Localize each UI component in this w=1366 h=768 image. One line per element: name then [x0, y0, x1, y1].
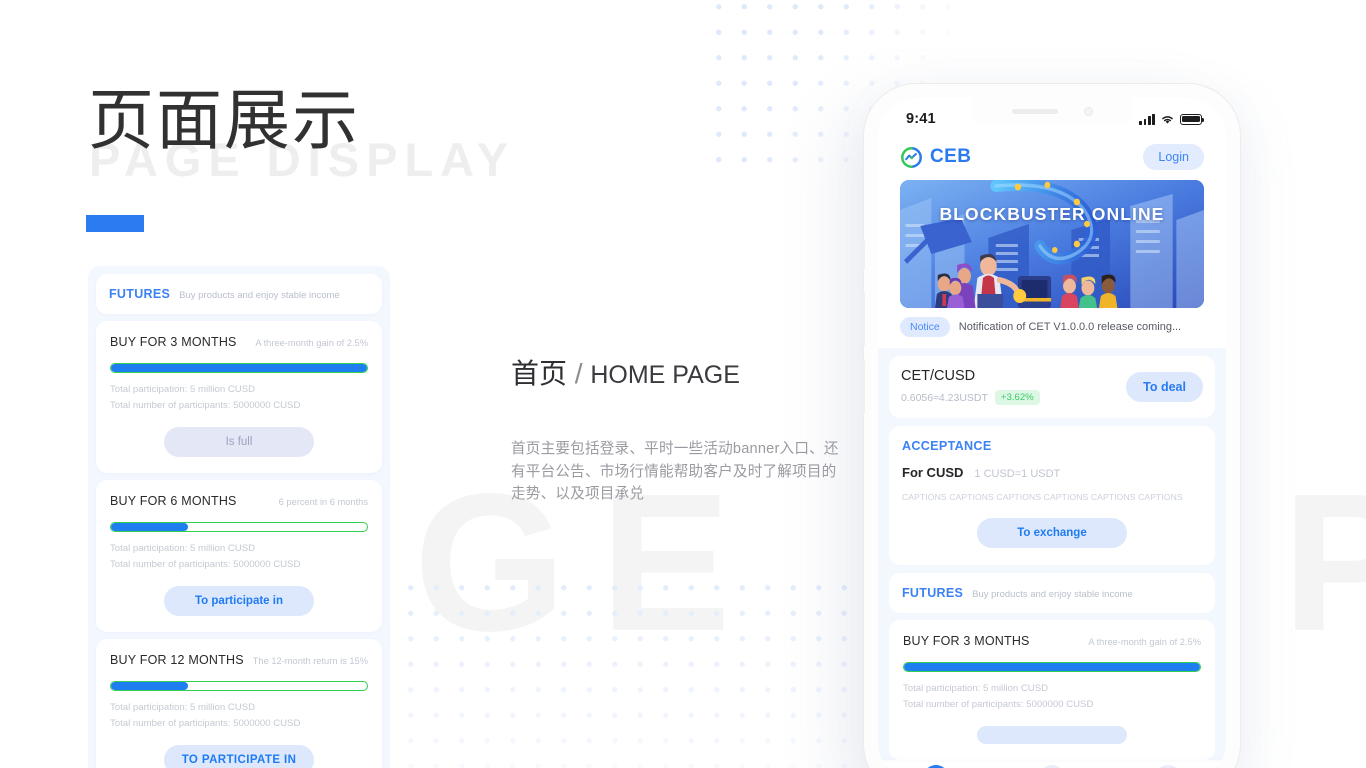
to-exchange-button[interactable]: To exchange	[977, 518, 1127, 548]
notice-tag: Notice	[900, 317, 950, 337]
phone-volume-up-button	[862, 292, 865, 346]
futures-subtitle: Buy products and enjoy stable income	[179, 290, 340, 301]
wifi-icon	[1162, 115, 1173, 124]
product-title: BUY FOR 3 MONTHS	[110, 335, 237, 349]
ticker-change-badge: +3.62%	[994, 390, 1040, 405]
phone-mute-switch	[862, 240, 865, 270]
product-action-button[interactable]: TO PARTICIPATE IN	[164, 745, 314, 768]
progress-bar	[110, 522, 368, 532]
acceptance-rate: 1 CUSD=1 USDT	[974, 468, 1061, 480]
section-heading: 首页 / HOME PAGE	[511, 352, 841, 392]
product-card-6m[interactable]: BUY FOR 6 MONTHS 6 percent in 6 months T…	[96, 480, 382, 632]
product-participation: Total participation: 5 million CUSD	[110, 384, 256, 395]
login-button[interactable]: Login	[1143, 144, 1204, 170]
notice-text: Notification of CET V1.0.0.0 release com…	[958, 321, 1182, 333]
signal-icon	[1139, 113, 1155, 125]
product-participants: Total number of participants: 5000000 CU…	[110, 559, 301, 570]
dot-pattern-bottom	[398, 575, 858, 768]
brand-name: CEB	[930, 146, 972, 167]
progress-fill	[111, 523, 188, 531]
phone-volume-down-button	[862, 360, 865, 414]
futures-label: FUTURES	[109, 287, 171, 301]
status-icons	[1139, 113, 1205, 125]
progress-bar	[110, 363, 368, 373]
futures-section-header: FUTURES Buy products and enjoy stable in…	[96, 274, 382, 314]
progress-bar	[110, 681, 368, 691]
banner-title: BLOCKBUSTER ONLINE	[939, 204, 1165, 224]
phone-screen: 9:41 CEB Login BLOCKBUSTER ONLINE Notice…	[878, 98, 1226, 768]
brand-logo: CEB	[900, 146, 971, 169]
ticker-sub: 0.6056≈4.23USDT +3.62%	[901, 390, 1040, 405]
status-time: 9:41	[906, 111, 936, 127]
section-heading-en: HOME PAGE	[590, 361, 740, 389]
earpiece-speaker	[1011, 109, 1058, 114]
product-rate: 6 percent in 6 months	[278, 497, 368, 507]
acceptance-captions: CAPTIONS CAPTIONS CAPTIONS CAPTIONS CAPT…	[902, 492, 1183, 502]
product-title: BUY FOR 3 MONTHS	[903, 634, 1030, 648]
section-heading-slash: /	[574, 358, 583, 389]
ticker-price: 0.6056≈4.23USDT	[901, 391, 988, 404]
to-deal-button[interactable]: To deal	[1126, 371, 1203, 402]
progress-fill	[111, 682, 188, 690]
product-header: BUY FOR 3 MONTHS A three-month gain of 2…	[110, 335, 368, 349]
acceptance-row: For CUSD 1 CUSD=1 USDT	[902, 465, 1202, 480]
product-header: BUY FOR 3 MONTHS A three-month gain of 2…	[903, 634, 1201, 648]
progress-fill	[904, 663, 1200, 671]
product-action-button[interactable]	[977, 726, 1127, 744]
battery-icon	[1180, 113, 1205, 125]
section-heading-cn: 首页	[511, 358, 568, 389]
front-camera-icon	[1083, 107, 1093, 116]
product-header: BUY FOR 12 MONTHS The 12-month return is…	[110, 653, 368, 667]
ticker-card[interactable]: CET/CUSD 0.6056≈4.23USDT +3.62% To deal	[889, 356, 1215, 418]
banner-illustration	[900, 180, 1204, 308]
acceptance-label: ACCEPTANCE	[902, 439, 992, 453]
promo-banner[interactable]: BLOCKBUSTER ONLINE	[900, 180, 1204, 308]
product-header: BUY FOR 6 MONTHS 6 percent in 6 months	[110, 494, 368, 508]
product-action-button[interactable]: To participate in	[164, 586, 314, 616]
product-rate: The 12-month return is 15%	[252, 656, 368, 666]
page-title-cn: 页面展示	[88, 83, 360, 157]
phone-content-panel: CET/CUSD 0.6056≈4.23USDT +3.62% To deal …	[878, 348, 1226, 760]
progress-fill	[111, 364, 367, 372]
bottom-tab-bar[interactable]	[878, 762, 1226, 768]
product-participants: Total number of participants: 5000000 CU…	[110, 718, 301, 729]
app-header: CEB Login	[878, 138, 1226, 180]
product-title: BUY FOR 6 MONTHS	[110, 494, 237, 508]
phone-notch	[971, 98, 1133, 125]
product-title: BUY FOR 12 MONTHS	[110, 653, 244, 667]
product-action-button[interactable]: Is full	[164, 427, 314, 457]
product-card-3m[interactable]: BUY FOR 3 MONTHS A three-month gain of 2…	[96, 321, 382, 473]
acceptance-card: ACCEPTANCE For CUSD 1 CUSD=1 USDT CAPTIO…	[889, 426, 1215, 565]
progress-bar	[903, 662, 1201, 672]
phone-futures-header: FUTURES Buy products and enjoy stable in…	[889, 573, 1215, 613]
acceptance-for: For CUSD	[902, 465, 964, 480]
page-title: PAGE DISPLAY 页面展示	[88, 82, 508, 186]
phone-product-card-3m[interactable]: BUY FOR 3 MONTHS A three-month gain of 2…	[889, 620, 1215, 760]
product-participation: Total participation: 5 million CUSD	[903, 683, 1049, 694]
product-card-12m[interactable]: BUY FOR 12 MONTHS The 12-month return is…	[96, 639, 382, 768]
product-participation: Total participation: 5 million CUSD	[110, 543, 256, 554]
ticker-info: CET/CUSD 0.6056≈4.23USDT +3.62%	[901, 368, 1040, 405]
section-description: 首页主要包括登录、平时一些活动banner入口、还有平台公告、市场行情能帮助客户…	[511, 441, 839, 502]
phone-mockup: 9:41 CEB Login BLOCKBUSTER ONLINE Notice…	[862, 84, 1240, 768]
product-participants: Total number of participants: 5000000 CU…	[110, 400, 301, 411]
product-participation: Total participation: 5 million CUSD	[110, 702, 256, 713]
notice-bar[interactable]: Notice Notification of CET V1.0.0.0 rele…	[900, 317, 1204, 337]
futures-panel: FUTURES Buy products and enjoy stable in…	[88, 266, 390, 768]
home-page-description-block: 首页 / HOME PAGE 首页主要包括登录、平时一些活动banner入口、还…	[511, 352, 841, 506]
ticker-pair: CET/CUSD	[901, 368, 976, 384]
futures-subtitle: Buy products and enjoy stable income	[972, 589, 1133, 600]
accent-bar	[86, 215, 144, 232]
ceb-logo-icon	[901, 146, 922, 168]
product-participants: Total number of participants: 5000000 CU…	[903, 699, 1094, 710]
futures-label: FUTURES	[902, 586, 964, 600]
product-rate: A three-month gain of 2.5%	[1088, 637, 1201, 647]
product-rate: A three-month gain of 2.5%	[255, 338, 368, 348]
